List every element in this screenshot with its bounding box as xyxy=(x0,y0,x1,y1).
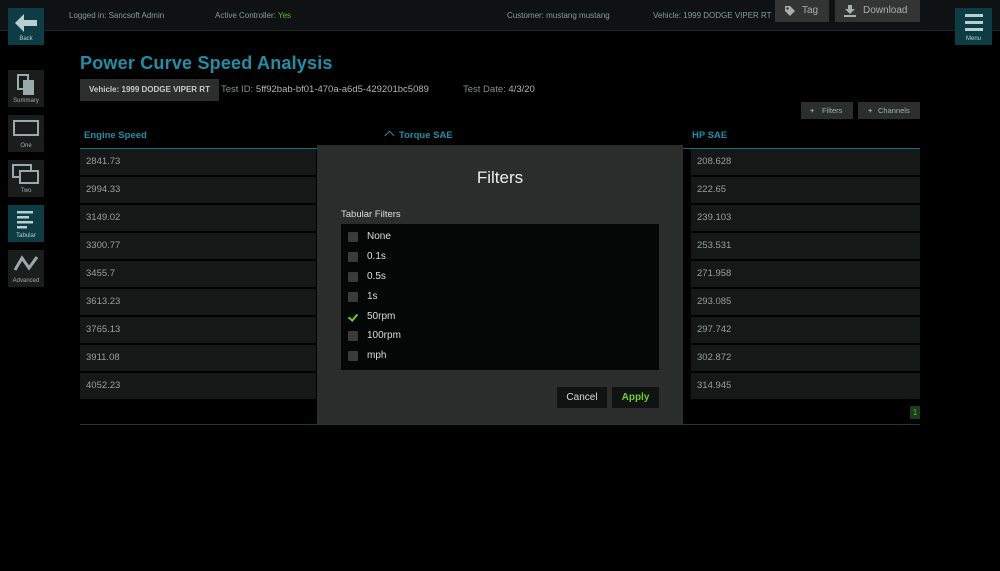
active-controller-label: Active Controller: xyxy=(215,11,276,20)
wave-chart-icon xyxy=(13,255,39,271)
apply-button[interactable]: Apply xyxy=(612,387,659,408)
vehicle-pill: Vehicle: 1999 DODGE VIPER RT xyxy=(80,79,219,101)
download-icon xyxy=(844,5,856,17)
download-label: Download xyxy=(863,5,908,16)
test-date-label: Test Date: xyxy=(463,84,506,95)
tabular-filters-label: Tabular Filters xyxy=(341,209,401,220)
filters-label: Filters xyxy=(822,106,843,115)
vehicle-text: Vehicle: 1999 DODGE VIPER RT xyxy=(653,11,772,20)
cancel-button[interactable]: Cancel xyxy=(557,387,607,408)
double-window-icon xyxy=(12,164,39,184)
table-lines-icon xyxy=(17,211,33,229)
test-id-value: 5ff92bab-bf01-470a-a6d5-429201bc5089 xyxy=(255,84,429,95)
cell-hp-sae: 222.65 xyxy=(691,177,920,203)
sidebar-item-one[interactable]: One xyxy=(8,115,44,152)
cell-engine-speed: 3149.02 xyxy=(80,205,316,231)
plus-icon: + xyxy=(868,106,873,115)
cell-engine-speed: 3911.08 xyxy=(80,345,316,371)
tag-label: Tag xyxy=(802,5,819,16)
filter-option-label: mph xyxy=(367,350,387,361)
cell-hp-sae: 239.103 xyxy=(691,205,920,231)
filters-button[interactable]: + Filters xyxy=(801,102,853,119)
checkbox[interactable] xyxy=(348,232,358,242)
sidebar-label-summary: Summary xyxy=(13,98,39,104)
test-date: Test Date: 4/3/20 xyxy=(463,84,535,95)
single-window-icon xyxy=(13,120,39,136)
tag-icon xyxy=(785,6,795,16)
column-header-torque-label: Torque SAE xyxy=(399,130,453,141)
test-id: Test ID: 5ff92bab-bf01-470a-a6d5-429201b… xyxy=(221,84,429,95)
column-header-torque-sae[interactable]: Torque SAE xyxy=(384,130,453,141)
filter-option-label: 1s xyxy=(367,291,378,302)
cell-hp-sae: 271.958 xyxy=(691,261,920,287)
menu-button[interactable]: Menu xyxy=(955,8,992,45)
sort-up-icon xyxy=(384,130,395,141)
tag-button[interactable]: Tag xyxy=(775,0,829,22)
checkbox[interactable] xyxy=(348,292,358,302)
cell-hp-sae: 253.531 xyxy=(691,233,920,259)
filter-option-label: 0.5s xyxy=(367,271,386,282)
filter-options-list: None 0.1s 0.5s 1s 50rpm 100rpm mph xyxy=(341,224,659,370)
customer-text: Customer: mustang mustang xyxy=(507,11,610,20)
active-controller-value: Yes xyxy=(278,11,292,20)
hamburger-icon xyxy=(964,14,983,31)
sidebar-item-two[interactable]: Two xyxy=(8,160,44,197)
filters-dialog: Filters Tabular Filters None 0.1s 0.5s 1… xyxy=(317,145,683,424)
cell-engine-speed: 3613.23 xyxy=(80,289,316,315)
sidebar-item-advanced[interactable]: Advanced xyxy=(8,250,44,287)
cell-hp-sae: 297.742 xyxy=(691,317,920,343)
test-id-label: Test ID: xyxy=(221,84,254,95)
active-controller: Active Controller: Yes xyxy=(215,11,291,20)
test-date-value: 4/3/20 xyxy=(508,84,535,95)
download-button[interactable]: Download xyxy=(835,0,920,22)
checkbox[interactable] xyxy=(348,331,358,341)
checkbox[interactable] xyxy=(348,351,358,361)
dialog-title: Filters xyxy=(476,168,524,187)
cell-engine-speed: 3300.77 xyxy=(80,233,316,259)
page-number-button[interactable]: 1 xyxy=(910,406,920,419)
sidebar-label-one: One xyxy=(20,143,32,149)
sidebar-item-summary[interactable]: Summary xyxy=(8,70,44,107)
column-header-engine-speed[interactable]: Engine Speed xyxy=(84,130,147,141)
back-button[interactable]: Back xyxy=(8,8,44,45)
back-arrow-icon xyxy=(15,14,37,32)
sidebar-item-tabular[interactable]: Tabular xyxy=(8,205,44,242)
cell-hp-sae: 314.945 xyxy=(691,373,920,399)
cell-hp-sae: 293.085 xyxy=(691,289,920,315)
menu-label: Menu xyxy=(965,36,981,42)
checkbox[interactable] xyxy=(348,272,358,282)
filter-option-label: 0.1s xyxy=(367,251,386,262)
channels-label: Channels xyxy=(878,106,910,115)
cell-engine-speed: 3455.7 xyxy=(80,261,316,287)
cell-engine-speed: 4052.23 xyxy=(80,373,316,399)
checkbox[interactable] xyxy=(348,252,358,262)
column-header-hp-sae[interactable]: HP SAE xyxy=(692,130,727,141)
checkmark-icon[interactable] xyxy=(348,312,358,322)
cell-hp-sae: 208.628 xyxy=(691,149,920,175)
sidebar-label-advanced: Advanced xyxy=(12,278,40,284)
sidebar-label-two: Two xyxy=(20,188,32,194)
document-icon xyxy=(17,74,34,95)
sidebar-label-tabular: Tabular xyxy=(16,233,36,239)
filter-option-label: None xyxy=(367,231,391,242)
plus-icon: + xyxy=(810,106,815,115)
filter-option-label: 50rpm xyxy=(367,311,396,322)
cell-engine-speed: 2994.33 xyxy=(80,177,316,203)
cell-hp-sae: 302.872 xyxy=(691,345,920,371)
page-title: Power Curve Speed Analysis xyxy=(80,53,333,73)
cell-engine-speed: 3765.13 xyxy=(80,317,316,343)
filter-option-label: 100rpm xyxy=(367,330,401,341)
channels-button[interactable]: + Channels xyxy=(858,102,920,119)
back-label: Back xyxy=(19,36,33,42)
logged-in-text: Logged in: Sancsoft Admin xyxy=(69,11,165,20)
cell-engine-speed: 2841.73 xyxy=(80,149,316,175)
